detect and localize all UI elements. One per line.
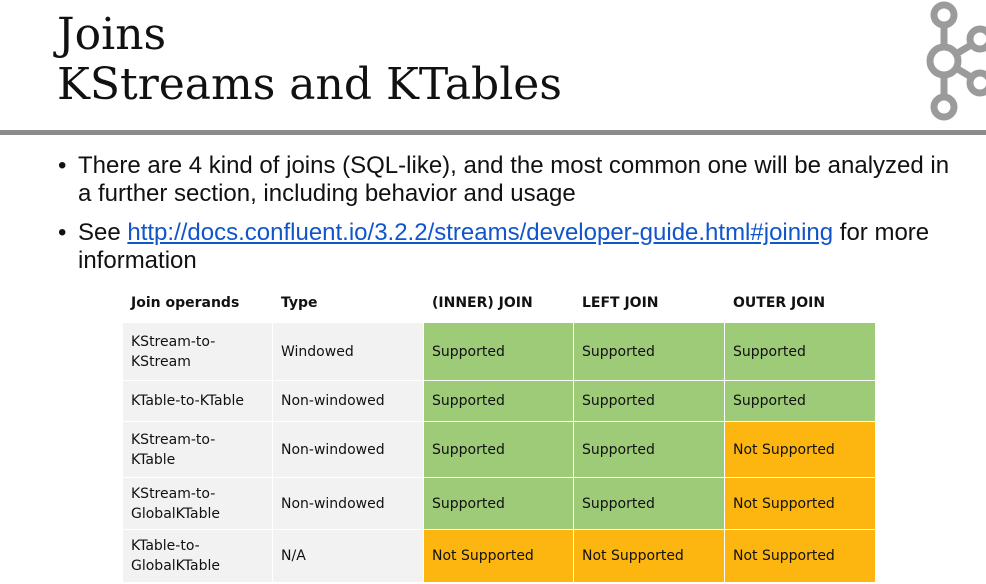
- cell-outer-join: Not Supported: [724, 477, 876, 530]
- table-row: KStream-to- KTable Non-windowed Supported…: [122, 421, 876, 478]
- cell-outer-join: Supported: [724, 380, 876, 422]
- joins-table: Join operands Type (INNER) JOIN LEFT JOI…: [122, 283, 876, 583]
- cell-type: N/A: [272, 529, 424, 583]
- header-join-operands: Join operands: [122, 283, 273, 323]
- cell-operands: KStream-to- GlobalKTable: [122, 477, 273, 530]
- bullet-joins-kinds: There are 4 kind of joins (SQL-like), an…: [58, 152, 968, 208]
- title-line-1: Joins: [57, 9, 167, 60]
- cell-type: Windowed: [272, 322, 424, 381]
- cell-outer-join: Not Supported: [724, 421, 876, 478]
- header-inner-join: (INNER) JOIN: [423, 283, 574, 323]
- table-row: KTable-to- GlobalKTable N/A Not Supported…: [122, 529, 876, 583]
- cell-left-join: Supported: [573, 322, 725, 381]
- cell-left-join: Supported: [573, 380, 725, 422]
- cell-operands: KTable-to-KTable: [122, 380, 273, 422]
- docs-link[interactable]: http://docs.confluent.io/3.2.2/streams/d…: [127, 219, 833, 246]
- cell-type: Non-windowed: [272, 380, 424, 422]
- bullet-see-docs: See http://docs.confluent.io/3.2.2/strea…: [58, 219, 968, 275]
- table-row: KStream-to- KStream Windowed Supported Su…: [122, 322, 876, 381]
- slide-title: Joins KStreams and KTables: [57, 10, 562, 110]
- table-row: KTable-to-KTable Non-windowed Supported …: [122, 380, 876, 422]
- cell-inner-join: Supported: [423, 380, 574, 422]
- table-header-row: Join operands Type (INNER) JOIN LEFT JOI…: [122, 283, 876, 323]
- cell-inner-join: Not Supported: [423, 529, 574, 583]
- cell-left-join: Supported: [573, 477, 725, 530]
- kafka-logo-icon: [926, 1, 986, 121]
- cell-operands: KStream-to- KTable: [122, 421, 273, 478]
- header-type: Type: [272, 283, 424, 323]
- cell-left-join: Supported: [573, 421, 725, 478]
- cell-inner-join: Supported: [423, 477, 574, 530]
- cell-type: Non-windowed: [272, 477, 424, 530]
- cell-type: Non-windowed: [272, 421, 424, 478]
- cell-inner-join: Supported: [423, 322, 574, 381]
- title-divider: [0, 130, 986, 135]
- bullet-list: There are 4 kind of joins (SQL-like), an…: [58, 152, 968, 286]
- cell-outer-join: Supported: [724, 322, 876, 381]
- cell-operands: KTable-to- GlobalKTable: [122, 529, 273, 583]
- title-line-2: KStreams and KTables: [57, 59, 562, 110]
- header-outer-join: OUTER JOIN: [724, 283, 876, 323]
- cell-inner-join: Supported: [423, 421, 574, 478]
- table-row: KStream-to- GlobalKTable Non-windowed Sup…: [122, 477, 876, 530]
- header-left-join: LEFT JOIN: [573, 283, 725, 323]
- cell-outer-join: Not Supported: [724, 529, 876, 583]
- cell-operands: KStream-to- KStream: [122, 322, 273, 381]
- cell-left-join: Not Supported: [573, 529, 725, 583]
